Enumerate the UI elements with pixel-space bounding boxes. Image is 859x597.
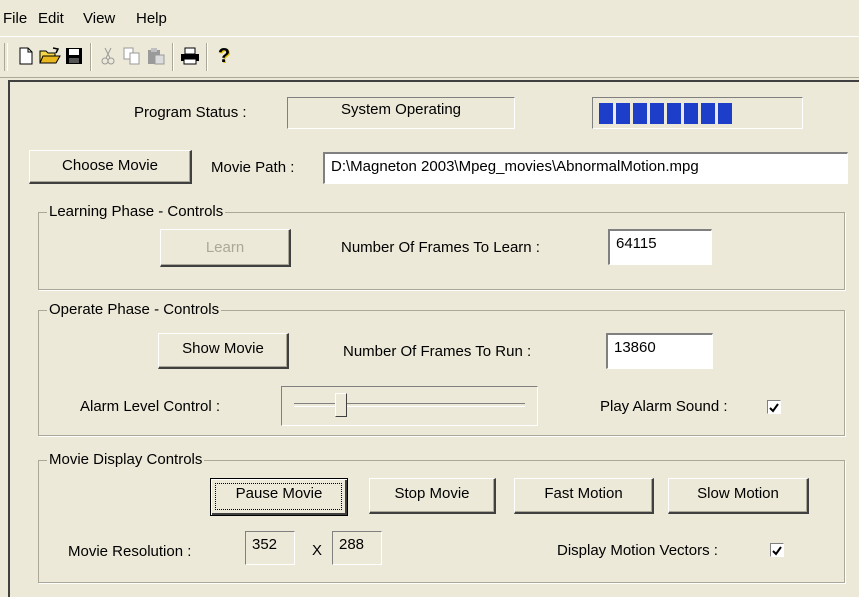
copy-icon <box>123 47 140 65</box>
progress-bar <box>592 97 803 129</box>
resolution-width-field: 352 <box>245 531 295 565</box>
toolbar-separator <box>90 43 92 71</box>
cut-icon <box>101 47 115 65</box>
display-motion-vectors-label: Display Motion Vectors : <box>557 542 718 559</box>
frames-to-learn-label: Number Of Frames To Learn : <box>341 239 540 256</box>
progress-cell <box>633 103 647 124</box>
progress-cell <box>684 103 698 124</box>
print-button[interactable] <box>178 43 202 69</box>
progress-cell <box>718 103 732 124</box>
save-button[interactable] <box>62 43 86 69</box>
display-motion-vectors-checkbox[interactable] <box>770 543 784 557</box>
show-movie-button[interactable]: Show Movie <box>158 333 289 369</box>
help-button[interactable]: ? <box>212 43 236 69</box>
fast-motion-button[interactable]: Fast Motion <box>514 478 654 514</box>
program-status-label: Program Status : <box>134 104 247 121</box>
alarm-level-label: Alarm Level Control : <box>80 398 221 415</box>
focus-ring <box>215 483 342 510</box>
frames-to-run-label: Number Of Frames To Run : <box>343 343 532 360</box>
resolution-height-field: 288 <box>332 531 382 565</box>
toolbar-separator <box>172 43 174 71</box>
movie-resolution-label: Movie Resolution : <box>68 543 192 560</box>
menu-edit[interactable]: Edit <box>38 10 64 27</box>
movie-display-title: Movie Display Controls <box>47 451 205 468</box>
play-alarm-sound-checkbox[interactable] <box>767 400 781 414</box>
checkmark-icon <box>772 546 782 556</box>
slider-thumb[interactable] <box>335 393 348 417</box>
cut-button[interactable] <box>96 43 120 69</box>
progress-cell <box>701 103 715 124</box>
toolbar-separator <box>206 43 208 71</box>
frames-to-learn-input[interactable]: 64115 <box>608 229 712 265</box>
checkmark-icon <box>769 403 779 413</box>
menu-help[interactable]: Help <box>136 10 167 27</box>
menu-bar: File Edit View Help <box>0 0 859 36</box>
play-alarm-sound-label: Play Alarm Sound : <box>600 398 728 415</box>
operate-phase-title: Operate Phase - Controls <box>47 301 222 318</box>
open-button[interactable] <box>38 43 62 69</box>
print-icon <box>181 47 199 65</box>
frames-to-run-input[interactable]: 13860 <box>606 333 713 369</box>
open-icon <box>39 47 61 64</box>
resolution-separator: X <box>312 542 323 559</box>
movie-path-input[interactable]: D:\Magneton 2003\Mpeg_movies\AbnormalMot… <box>323 152 848 184</box>
new-button[interactable] <box>14 43 38 69</box>
program-status-text: System Operating <box>340 101 462 118</box>
pause-movie-button[interactable]: Pause Movie <box>210 478 348 516</box>
menu-view[interactable]: View <box>83 10 115 27</box>
progress-cell <box>616 103 630 124</box>
paste-button[interactable] <box>144 43 168 69</box>
progress-cell <box>650 103 664 124</box>
slow-motion-button[interactable]: Slow Motion <box>668 478 809 514</box>
stop-movie-button[interactable]: Stop Movie <box>369 478 496 514</box>
copy-button[interactable] <box>120 43 144 69</box>
alarm-level-slider[interactable] <box>281 386 538 426</box>
paste-icon <box>148 48 165 65</box>
toolbar-grip[interactable] <box>4 43 8 71</box>
progress-cell <box>599 103 613 124</box>
choose-movie-button[interactable]: Choose Movie <box>29 150 192 184</box>
program-status-value: System Operating <box>287 97 515 129</box>
help-icon: ? <box>217 44 231 67</box>
progress-cell <box>667 103 681 124</box>
movie-path-label: Movie Path : <box>211 159 295 176</box>
new-icon <box>19 47 33 65</box>
toolbar: ? <box>0 36 859 78</box>
learning-phase-title: Learning Phase - Controls <box>47 203 226 220</box>
menu-file[interactable]: File <box>3 10 27 27</box>
slider-track <box>294 403 525 407</box>
learn-button[interactable]: Learn <box>160 229 291 267</box>
save-icon <box>66 48 82 64</box>
